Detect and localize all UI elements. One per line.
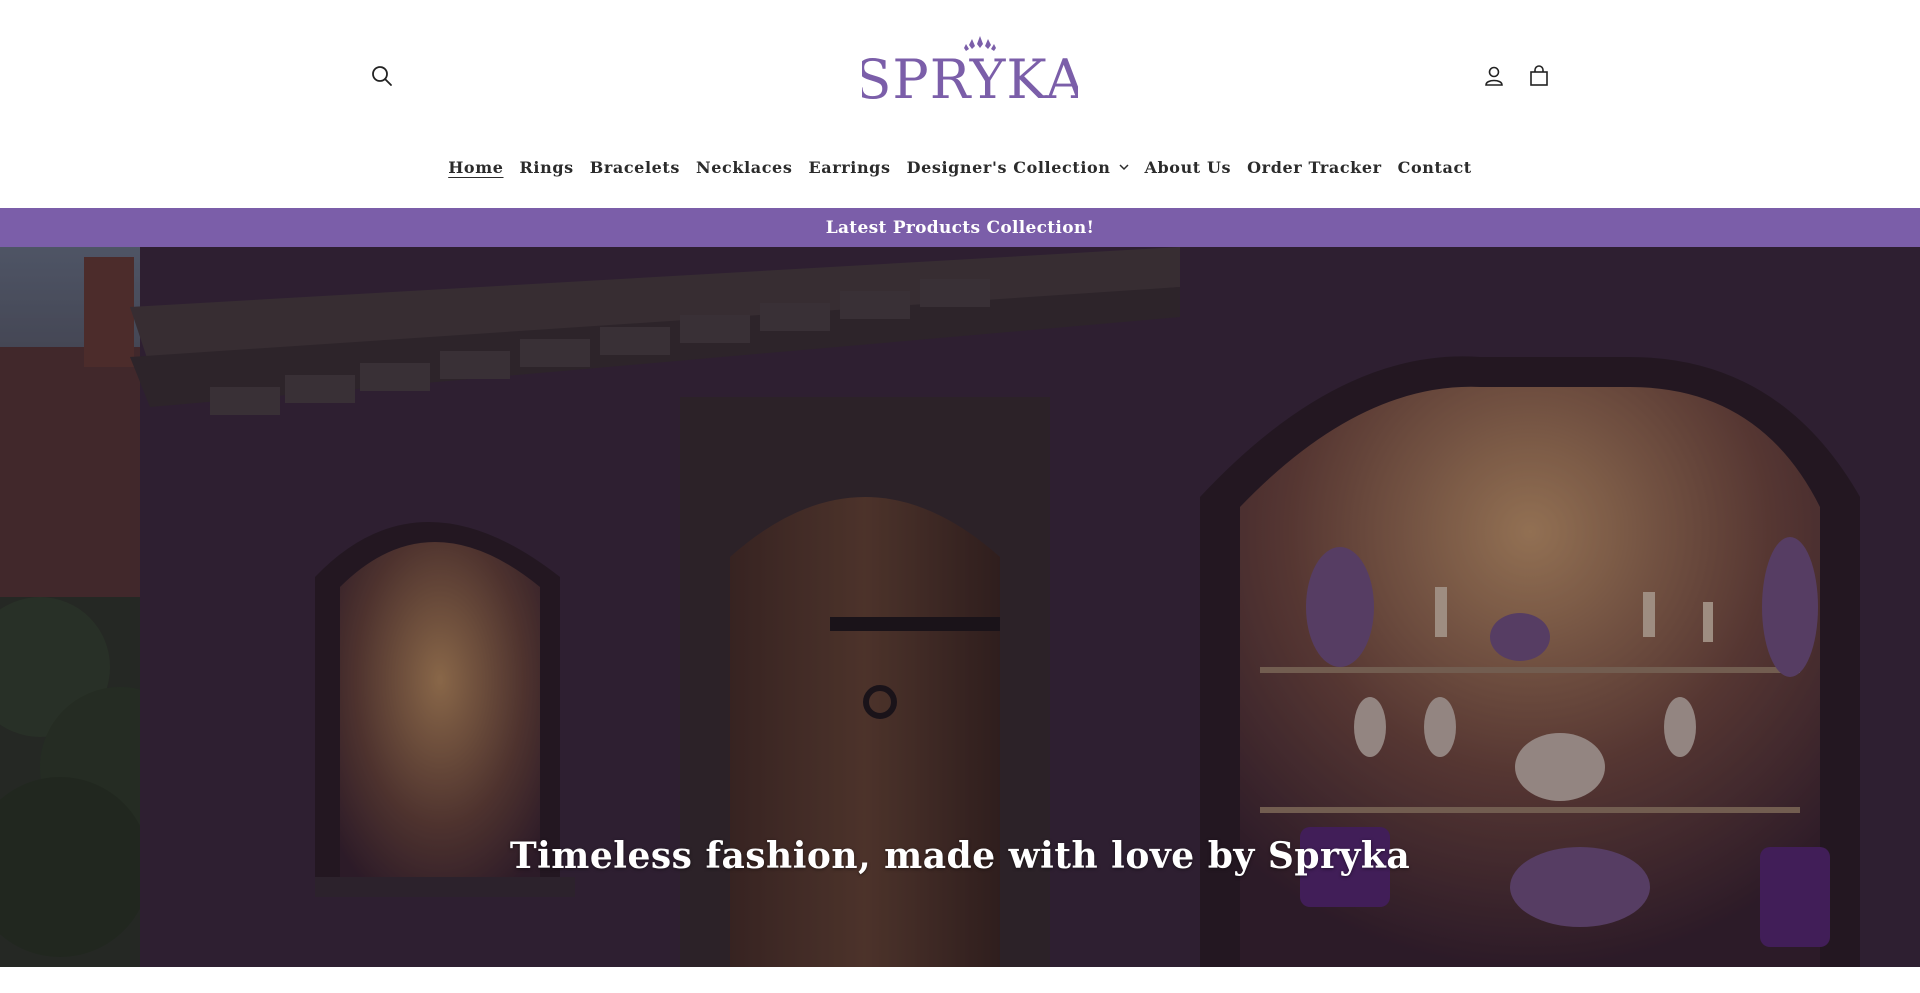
nav-label: Necklaces: [696, 157, 793, 177]
announcement-bar: Latest Products Collection!: [0, 208, 1920, 247]
logo-text: SPRYKA: [862, 48, 1078, 110]
page-below-hero: [0, 967, 1920, 993]
nav-bracelets[interactable]: Bracelets: [582, 154, 688, 181]
nav-label: Earrings: [808, 157, 891, 177]
nav-order-tracker[interactable]: Order Tracker: [1239, 154, 1390, 181]
nav-label: About Us: [1144, 157, 1232, 177]
hero-title: Timeless fashion, made with love by Spry…: [509, 835, 1411, 877]
nav-necklaces[interactable]: Necklaces: [688, 154, 800, 181]
nav-label: Order Tracker: [1247, 157, 1382, 177]
cart-icon[interactable]: [1523, 60, 1555, 92]
hero-banner: Timeless fashion, made with love by Spry…: [0, 247, 1920, 967]
nav-about-us[interactable]: About Us: [1137, 154, 1240, 181]
nav-rings[interactable]: Rings: [512, 154, 582, 181]
nav-label: Bracelets: [589, 157, 681, 177]
nav-label: Contact: [1397, 157, 1472, 177]
chevron-down-icon: [1118, 163, 1129, 170]
account-icon[interactable]: [1478, 60, 1510, 92]
nav-contact[interactable]: Contact: [1390, 154, 1480, 181]
nav-label: Home: [448, 157, 504, 177]
site-header: SPRYKA Home Rings Bracelets Necklaces Ea…: [0, 0, 1920, 208]
spryka-logo[interactable]: SPRYKA: [862, 34, 1078, 110]
main-nav: Home Rings Bracelets Necklaces Earrings …: [0, 152, 1920, 182]
nav-label: Rings: [519, 157, 574, 177]
announcement-text: Latest Products Collection!: [825, 217, 1095, 238]
nav-label: Designer's Collection: [906, 157, 1111, 177]
search-icon[interactable]: [366, 60, 398, 92]
nav-designers-collection[interactable]: Designer's Collection: [899, 154, 1137, 181]
nav-earrings[interactable]: Earrings: [800, 154, 898, 181]
nav-home[interactable]: Home: [440, 154, 511, 181]
